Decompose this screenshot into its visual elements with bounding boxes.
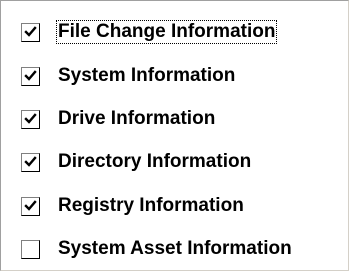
checkbox-row-drive-information[interactable]: Drive Information xyxy=(21,107,216,131)
file-change-information-label[interactable]: File Change Information xyxy=(55,20,278,44)
file-change-information-checkbox[interactable] xyxy=(21,22,40,42)
checkmark-icon xyxy=(24,155,37,167)
system-asset-information-checkbox[interactable] xyxy=(21,239,40,259)
checkbox-row-registry-information[interactable]: Registry Information xyxy=(21,194,245,218)
system-asset-information-label[interactable]: System Asset Information xyxy=(57,238,293,260)
checkbox-row-file-change-information[interactable]: File Change Information xyxy=(21,20,278,44)
directory-information-label[interactable]: Directory Information xyxy=(57,151,252,173)
checkbox-row-directory-information[interactable]: Directory Information xyxy=(21,150,252,174)
system-information-label[interactable]: System Information xyxy=(57,65,236,87)
directory-information-checkbox[interactable] xyxy=(21,152,40,172)
checkbox-row-system-asset-information[interactable]: System Asset Information xyxy=(21,237,293,261)
drive-information-checkbox[interactable] xyxy=(21,109,40,129)
checkbox-row-system-information[interactable]: System Information xyxy=(21,64,236,88)
checkmark-icon xyxy=(24,69,37,81)
checkmark-icon xyxy=(24,112,37,124)
checkbox-panel: File Change Information System Informati… xyxy=(0,0,349,271)
registry-information-checkbox[interactable] xyxy=(21,196,40,216)
system-information-checkbox[interactable] xyxy=(21,66,40,86)
checkmark-icon xyxy=(24,199,37,211)
registry-information-label[interactable]: Registry Information xyxy=(57,195,245,217)
drive-information-label[interactable]: Drive Information xyxy=(57,108,216,130)
checkmark-icon xyxy=(24,25,37,37)
